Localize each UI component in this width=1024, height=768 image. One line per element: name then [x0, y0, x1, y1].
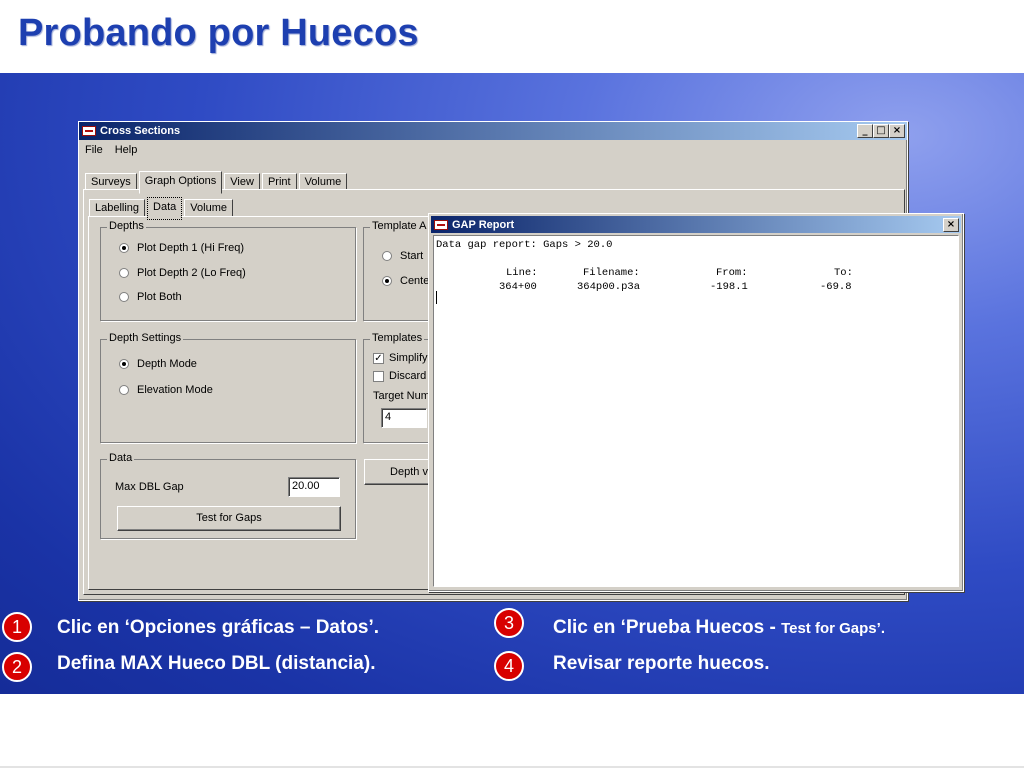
- step-3: Clic en ‘Prueba Huecos - Test for Gaps’.: [553, 617, 885, 639]
- gap-report-window: GAP Report × Data gap report: Gaps > 20.…: [428, 213, 964, 592]
- gap-report-titlebar[interactable]: GAP Report ×: [431, 216, 961, 233]
- radio-plot-both[interactable]: Plot Both: [119, 291, 182, 303]
- radio-label: Elevation Mode: [137, 384, 213, 396]
- radio-button[interactable]: [119, 268, 129, 278]
- target-num-input[interactable]: 4: [381, 408, 427, 428]
- menu-file[interactable]: File: [85, 144, 103, 156]
- radio-start[interactable]: Start: [382, 250, 423, 262]
- maximize-button[interactable]: □: [873, 124, 889, 138]
- col-from-header: From:: [716, 267, 748, 279]
- radio-button[interactable]: [119, 385, 129, 395]
- data-group-label: Data: [107, 452, 135, 464]
- subtab-data[interactable]: Data: [147, 197, 183, 220]
- check-label: Simplify: [389, 352, 428, 364]
- col-filename-header: Filename:: [583, 267, 640, 279]
- step-1-text: Clic en ‘Opciones gráficas – Datos’.: [57, 617, 380, 638]
- gap-report-title: GAP Report: [452, 218, 515, 231]
- radio-button[interactable]: [382, 276, 392, 286]
- col-line-header: Line:: [506, 267, 538, 279]
- window-title: Cross Sections: [100, 125, 181, 137]
- step-badge-2: 2: [2, 652, 32, 682]
- depths-group: Depths Plot Depth 1 (Hi Freq) Plot Depth…: [100, 220, 356, 321]
- radio-label: Plot Depth 1 (Hi Freq): [137, 242, 244, 254]
- checkbox-unchecked[interactable]: [373, 370, 384, 382]
- step-2-text: Defina MAX Hueco DBL (distancia).: [57, 653, 376, 674]
- step-badge-3: 3: [494, 608, 524, 638]
- radio-label: Plot Depth 2 (Lo Freq): [137, 267, 246, 279]
- report-header: Data gap report: Gaps > 20.0: [436, 239, 613, 251]
- target-num-label: Target Num: [373, 390, 430, 402]
- step-4-text: Revisar reporte huecos.: [553, 653, 770, 674]
- row-to: -69.8: [820, 281, 852, 293]
- slide-title: Probando por Huecos: [18, 12, 419, 54]
- template-align-label: Template A: [370, 220, 429, 232]
- text-caret: [436, 291, 437, 304]
- checkbox-checked[interactable]: ✓: [373, 352, 384, 364]
- radio-label: Cente: [400, 275, 430, 287]
- test-for-gaps-button[interactable]: Test for Gaps: [117, 506, 341, 531]
- step-badge-4: 4: [494, 651, 524, 681]
- step-3-small: Test for Gaps’.: [781, 620, 885, 637]
- depth-settings-label: Depth Settings: [107, 332, 184, 344]
- depth-settings-group: Depth Settings Depth Mode Elevation Mode: [100, 332, 356, 443]
- step-3-text: Clic en ‘Prueba Huecos -: [553, 617, 782, 638]
- radio-plot-depth-1[interactable]: Plot Depth 1 (Hi Freq): [119, 242, 244, 254]
- data-group: Data Max DBL Gap 20.00 Test for Gaps: [100, 452, 356, 539]
- check-discard[interactable]: Discard: [373, 370, 426, 382]
- radio-elevation-mode[interactable]: Elevation Mode: [119, 384, 213, 396]
- radio-button[interactable]: [119, 243, 129, 253]
- radio-button[interactable]: [119, 359, 129, 369]
- depths-group-label: Depths: [107, 220, 146, 232]
- max-dbl-gap-label: Max DBL Gap: [115, 481, 184, 493]
- radio-plot-depth-2[interactable]: Plot Depth 2 (Lo Freq): [119, 267, 246, 279]
- radio-label: Plot Both: [137, 291, 182, 303]
- minimize-button[interactable]: _: [857, 124, 873, 138]
- step-badge-1: 1: [2, 612, 32, 642]
- radio-label: Start: [400, 250, 424, 262]
- menu-help[interactable]: Help: [115, 144, 138, 156]
- max-dbl-gap-input[interactable]: 20.00: [288, 477, 340, 497]
- row-line: 364+00: [499, 281, 537, 293]
- check-simplify[interactable]: ✓ Simplify: [373, 352, 428, 364]
- check-label: Discard: [389, 370, 427, 382]
- gap-report-text[interactable]: Data gap report: Gaps > 20.0 Line: Filen…: [433, 235, 959, 587]
- row-from: -198.1: [710, 281, 748, 293]
- close-button[interactable]: ×: [889, 124, 905, 138]
- radio-button[interactable]: [382, 251, 392, 261]
- cross-sections-titlebar[interactable]: Cross Sections _ □ ×: [79, 122, 907, 140]
- radio-label: Depth Mode: [137, 358, 197, 370]
- radio-depth-mode[interactable]: Depth Mode: [119, 358, 197, 370]
- app-icon: [82, 126, 96, 136]
- bottom-strip: [0, 694, 1024, 768]
- close-button[interactable]: ×: [943, 217, 959, 232]
- radio-button[interactable]: [119, 292, 129, 302]
- tab-graph-options[interactable]: Graph Options: [138, 171, 223, 194]
- menu-bar: File Help: [79, 140, 907, 160]
- radio-center[interactable]: Cente: [382, 275, 429, 287]
- templates-label: Templates: [370, 332, 425, 344]
- row-filename: 364p00.p3a: [577, 281, 641, 293]
- col-to-header: To:: [834, 267, 853, 279]
- app-icon: [434, 219, 448, 230]
